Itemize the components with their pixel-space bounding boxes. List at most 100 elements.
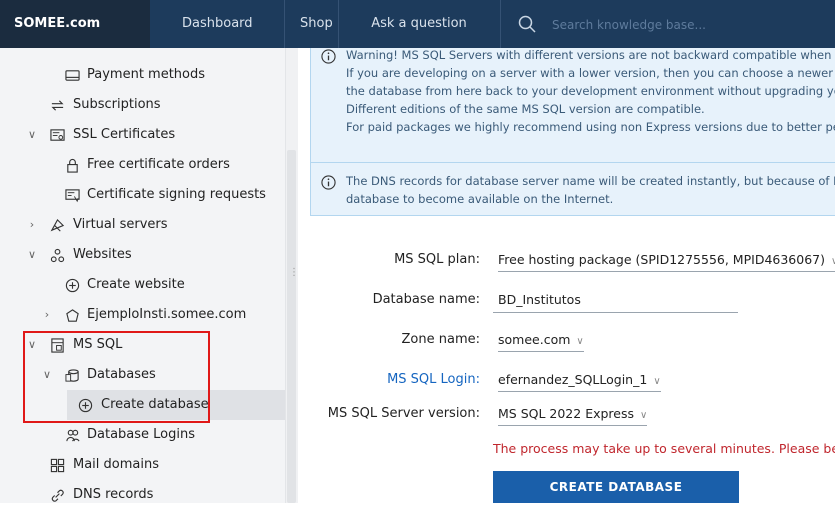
chevron-down-icon[interactable]: ∨ (26, 120, 38, 150)
login-value: efernandez_SQLLogin_1 (498, 372, 648, 387)
link-icon (51, 489, 64, 502)
plan-value: Free hosting package (SPID1275556, MPID4… (498, 252, 825, 267)
dns-info-alert: The DNS records for database server name… (310, 162, 835, 216)
chevron-down-icon: ∨ (640, 410, 648, 421)
zone-select[interactable]: somee.com ∨ (498, 325, 584, 352)
sidebar-item-label: MS SQL (73, 337, 123, 352)
plan-select[interactable]: Free hosting package (SPID1275556, MPID4… (498, 245, 835, 272)
sidebar-item-certificate-signing-requests[interactable]: Certificate signing requests (0, 180, 285, 210)
sidebar-item-label: SSL Certificates (73, 127, 176, 142)
chevron-down-icon[interactable]: ∨ (26, 240, 38, 270)
database-server-icon (51, 338, 64, 353)
zone-value: somee.com (498, 332, 571, 347)
virtual-server-icon (50, 218, 65, 232)
sidebar-item-label: Payment methods (87, 67, 206, 82)
sidebar-item-websites[interactable]: ∨ Websites (0, 240, 285, 270)
version-label: MS SQL Server version: (327, 406, 480, 421)
nav-divider (500, 0, 501, 48)
sidebar-item-label: EjemploInsti.somee.com (87, 307, 247, 322)
nav-shop[interactable]: Shop (300, 0, 333, 48)
sidebar-item-label: DNS records (73, 487, 154, 502)
sidebar: Payment methods Subscriptions ∨ SSL Cert… (0, 48, 285, 503)
chevron-right-icon[interactable]: › (26, 210, 38, 240)
nav-dashboard[interactable]: Dashboard (182, 0, 253, 48)
scrollbar-thumb[interactable] (287, 150, 296, 503)
dns-info-line: The DNS records for database server name… (346, 174, 835, 188)
refresh-icon (51, 100, 64, 111)
sidebar-item-label: Database Logins (87, 427, 196, 442)
sidebar-item-label: Create website (87, 277, 185, 292)
card-icon (65, 70, 80, 81)
chevron-down-icon: ∨ (576, 336, 584, 347)
sidebar-item-label: Create database (101, 397, 209, 412)
version-select[interactable]: MS SQL 2022 Express ∨ (498, 399, 648, 426)
process-notice: The process may take up to several minut… (493, 441, 835, 456)
zone-label: Zone name: (401, 332, 480, 347)
search-input[interactable] (550, 12, 824, 38)
warning-line: Different editions of the same MS SQL ve… (346, 102, 705, 116)
sidebar-item-label: Free certificate orders (87, 157, 230, 172)
sidebar-item-dns-records[interactable]: DNS records (0, 480, 285, 510)
sidebar-item-create-database[interactable]: Create database (67, 390, 285, 420)
warning-line: If you are developing on a server with a… (346, 66, 835, 80)
search-icon[interactable] (518, 15, 536, 33)
nav-ask-question[interactable]: Ask a question (354, 0, 484, 48)
sidebar-item-ms-sql[interactable]: ∨ MS SQL (0, 330, 285, 360)
nav-divider (284, 0, 285, 48)
csr-icon (65, 189, 80, 203)
plan-row: MS SQL plan: Free hosting package (SPID1… (298, 245, 835, 275)
dns-info-line: database to become available on the Inte… (346, 192, 614, 206)
version-row: MS SQL Server version: MS SQL 2022 Expre… (298, 399, 835, 429)
plan-label: MS SQL plan: (394, 252, 480, 267)
sidebar-item-ejemploinsti[interactable]: › EjemploInsti.somee.com (0, 300, 285, 330)
website-node-icon (66, 309, 79, 322)
brand-logo[interactable]: SOMEE.com (0, 0, 150, 48)
chevron-down-icon[interactable]: ∨ (41, 360, 53, 390)
sidebar-item-mail-domains[interactable]: Mail domains (0, 450, 285, 480)
warning-alert: Warning! MS SQL Servers with different v… (310, 48, 835, 170)
search-box (506, 0, 835, 48)
sidebar-item-label: Websites (73, 247, 132, 262)
sidebar-item-payment-methods[interactable]: Payment methods (0, 60, 285, 90)
database-name-row: Database name: (298, 285, 835, 315)
chevron-right-icon[interactable]: › (41, 300, 53, 330)
sidebar-item-create-website[interactable]: Create website (0, 270, 285, 300)
sidebar-item-label: Subscriptions (73, 97, 161, 112)
sidebar-item-databases[interactable]: ∨ Databases (0, 360, 285, 390)
info-icon (321, 49, 336, 64)
info-icon (321, 175, 336, 190)
nav-divider (338, 0, 339, 48)
sidebar-item-virtual-servers[interactable]: › Virtual servers (0, 210, 285, 240)
ms-sql-login-link[interactable]: MS SQL Login: (387, 365, 480, 395)
sidebar-item-subscriptions[interactable]: Subscriptions (0, 90, 285, 120)
sidebar-item-free-certificate-orders[interactable]: Free certificate orders (0, 150, 285, 180)
database-name-label: Database name: (372, 292, 480, 307)
warning-line: the database from here back to your deve… (346, 84, 835, 98)
main-content: Warning! MS SQL Servers with different v… (298, 48, 835, 503)
chevron-down-icon: ∨ (653, 376, 661, 387)
lock-icon (67, 158, 78, 173)
create-database-button[interactable]: CREATE DATABASE (493, 471, 739, 503)
chevron-down-icon: ∨ (831, 256, 835, 267)
version-value: MS SQL 2022 Express (498, 406, 634, 421)
sidebar-item-ssl-certificates[interactable]: ∨ SSL Certificates (0, 120, 285, 150)
websites-icon (50, 248, 65, 263)
sidebar-item-label: Mail domains (73, 457, 159, 472)
top-bar: SOMEE.com Dashboard Shop Ask a question (0, 0, 835, 48)
sidebar-item-label: Databases (87, 367, 156, 382)
warning-line: Warning! MS SQL Servers with different v… (346, 48, 835, 62)
login-select[interactable]: efernandez_SQLLogin_1 ∨ (498, 365, 661, 392)
sidebar-item-label: Virtual servers (73, 217, 168, 232)
users-icon (66, 429, 80, 442)
zone-row: Zone name: somee.com ∨ (298, 325, 835, 355)
add-circle-icon (65, 278, 80, 293)
databases-icon (65, 369, 79, 382)
certificate-icon (50, 129, 65, 141)
resize-grip-icon[interactable]: ⋮ (289, 268, 299, 296)
grid-icon (50, 458, 65, 473)
database-name-input[interactable] (493, 287, 738, 313)
add-circle-icon (78, 398, 93, 413)
sidebar-item-database-logins[interactable]: Database Logins (0, 420, 285, 450)
warning-line: For paid packages we highly recommend us… (346, 120, 835, 134)
chevron-down-icon[interactable]: ∨ (26, 330, 38, 360)
